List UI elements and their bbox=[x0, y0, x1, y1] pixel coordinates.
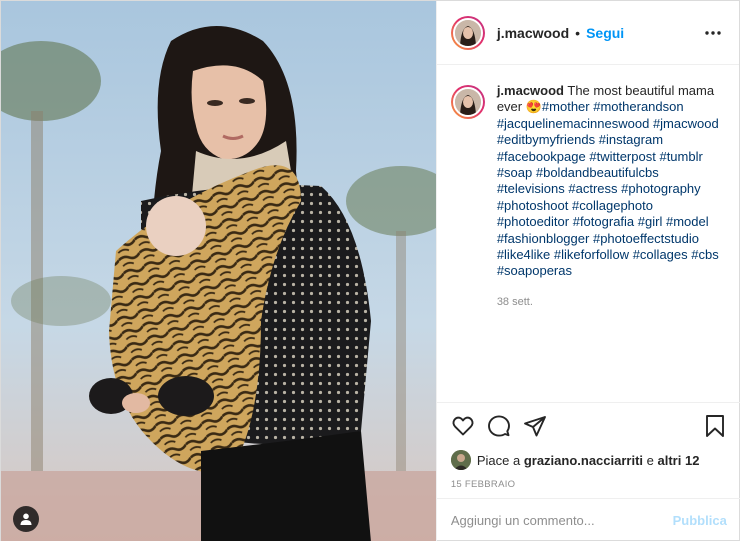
user-icon bbox=[20, 513, 32, 525]
more-options-button[interactable] bbox=[701, 23, 725, 43]
hashtag-link[interactable]: #soapoperas bbox=[497, 263, 572, 278]
hashtag-link[interactable]: #collages bbox=[633, 247, 688, 262]
hashtag-link[interactable]: #photoshoot bbox=[497, 198, 569, 213]
caption-avatar bbox=[452, 87, 483, 117]
hashtag-link[interactable]: #photoeffectstudio bbox=[593, 231, 699, 246]
hashtag-link[interactable]: #motherandson bbox=[593, 99, 683, 114]
likes-user[interactable]: graziano.nacciarriti bbox=[524, 453, 643, 468]
caption-content: j.macwood The most beautiful mama ever 😍… bbox=[497, 83, 727, 280]
hashtag-link[interactable]: #mother bbox=[542, 99, 590, 114]
hashtag-link[interactable]: #jacquelinemacinneswood bbox=[497, 116, 650, 131]
hashtag-list: #mother #motherandson #jacquelinemacinne… bbox=[497, 99, 719, 278]
post-date[interactable]: 15 FEBBRAIO bbox=[437, 471, 740, 490]
caption-username[interactable]: j.macwood bbox=[497, 83, 564, 98]
more-horizontal-icon bbox=[705, 31, 721, 35]
post-image bbox=[1, 1, 436, 541]
like-button[interactable] bbox=[449, 412, 477, 440]
share-icon bbox=[523, 416, 546, 437]
follow-button[interactable]: Segui bbox=[586, 25, 624, 41]
comment-icon bbox=[487, 415, 510, 437]
hashtag-link[interactable]: #photoeditor bbox=[497, 214, 569, 229]
heart-icon bbox=[452, 416, 474, 436]
hashtag-link[interactable]: #fotografia bbox=[573, 214, 634, 229]
post-actions: Piace a graziano.nacciarriti e altri 12 … bbox=[436, 402, 740, 498]
hashtag-link[interactable]: #facebookpage bbox=[497, 149, 586, 164]
hashtag-link[interactable]: #instagram bbox=[599, 132, 663, 147]
hashtag-link[interactable]: #jmacwood bbox=[653, 116, 719, 131]
user-tag-button[interactable] bbox=[13, 506, 39, 532]
instagram-post: j.macwood • Segui j.macwood The most bea… bbox=[0, 0, 740, 541]
bookmark-icon bbox=[705, 415, 724, 437]
hashtag-link[interactable]: #collagephoto bbox=[572, 198, 653, 213]
hashtag-link[interactable]: #photography bbox=[621, 181, 701, 196]
likes-others[interactable]: altri 12 bbox=[658, 453, 700, 468]
save-button[interactable] bbox=[701, 412, 729, 440]
comment-bar: Pubblica bbox=[436, 498, 740, 541]
hashtag-link[interactable]: #model bbox=[666, 214, 709, 229]
heart-eyes-emoji: 😍 bbox=[525, 99, 542, 115]
post-header: j.macwood • Segui bbox=[436, 1, 739, 65]
post-side-panel: j.macwood • Segui j.macwood The most bea… bbox=[435, 1, 740, 541]
caption-time[interactable]: 38 sett. bbox=[497, 294, 727, 310]
publish-button[interactable]: Pubblica bbox=[673, 513, 727, 528]
post-photo[interactable] bbox=[1, 1, 436, 541]
hashtag-link[interactable]: #cbs bbox=[691, 247, 718, 262]
hashtag-link[interactable]: #editbymyfriends bbox=[497, 132, 595, 147]
likes-prefix: Piace a bbox=[476, 452, 521, 468]
action-icons bbox=[437, 403, 740, 449]
separator-dot: • bbox=[575, 24, 581, 41]
share-button[interactable] bbox=[521, 412, 549, 440]
post-username[interactable]: j.macwood bbox=[497, 25, 569, 41]
hashtag-link[interactable]: #girl bbox=[638, 214, 663, 229]
caption-body: j.macwood The most beautiful mama ever 😍… bbox=[497, 83, 727, 310]
hashtag-link[interactable]: #twitterpost bbox=[589, 149, 655, 164]
hashtag-link[interactable]: #tumblr bbox=[659, 149, 702, 164]
hashtag-link[interactable]: #likeforfollow bbox=[554, 247, 629, 262]
hashtag-link[interactable]: #boldandbeautifulcbs bbox=[536, 165, 659, 180]
hashtag-link[interactable]: #fashionblogger bbox=[497, 231, 590, 246]
hashtag-link[interactable]: #televisions bbox=[497, 181, 565, 196]
liker-avatar[interactable] bbox=[450, 450, 471, 470]
caption-area: j.macwood The most beautiful mama ever 😍… bbox=[437, 65, 740, 402]
comment-input[interactable] bbox=[450, 513, 673, 528]
hashtag-link[interactable]: #actress bbox=[568, 181, 617, 196]
avatar bbox=[452, 17, 483, 48]
likes-middle: e bbox=[646, 452, 654, 468]
caption: j.macwood The most beautiful mama ever 😍… bbox=[450, 83, 727, 310]
avatar-story-ring[interactable] bbox=[450, 15, 485, 50]
likes-row: Piace a graziano.nacciarriti e altri 12 bbox=[437, 449, 740, 471]
comment-button[interactable] bbox=[485, 412, 513, 440]
caption-avatar-ring[interactable] bbox=[450, 85, 485, 119]
hashtag-link[interactable]: #soap bbox=[497, 165, 532, 180]
hashtag-link[interactable]: #like4like bbox=[497, 247, 550, 262]
